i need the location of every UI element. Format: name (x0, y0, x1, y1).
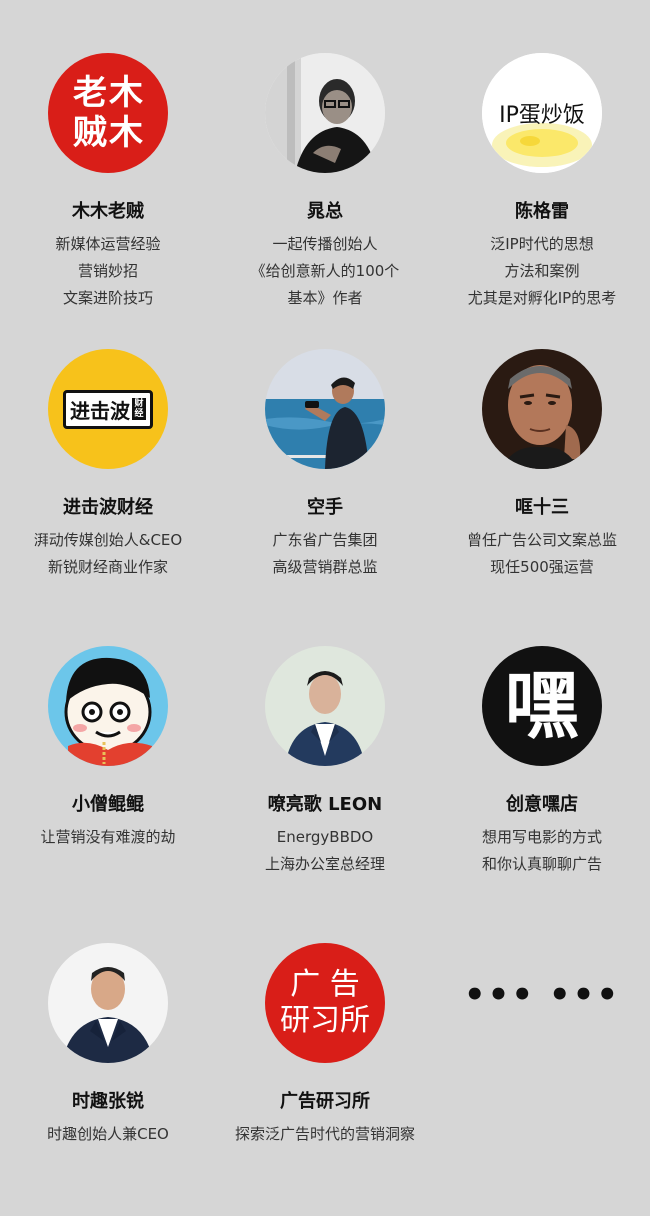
avatar-logo: 进击波 财经 (63, 389, 153, 429)
avatar-photo-man-white-bg (48, 943, 168, 1063)
profile-card[interactable]: IP蛋炒饭 陈格雷 泛IP时代的思想 方法和案例 尤其是对孵化IP的思考 (434, 53, 650, 312)
profile-name: 空手 (307, 497, 343, 518)
profile-card[interactable]: 时趣张锐 时趣创始人兼CEO (0, 943, 216, 1148)
avatar-logo-text: 老木 贼木 (73, 73, 143, 153)
profile-grid: 老木 贼木 木木老贼 新媒体运营经验 营销妙招 文案进阶技巧 晁总 一起传播创始… (0, 0, 650, 1216)
avatar: 进击波 财经 (48, 349, 168, 469)
more-indicator: ••• ••• (434, 975, 650, 1015)
profile-card[interactable]: 空手 广东省广告集团 高级营销群总监 (217, 349, 433, 581)
profile-name: 小僧鲲鲲 (72, 794, 144, 815)
avatar: 广 告 研习所 (265, 943, 385, 1063)
profile-description: 湃动传媒创始人&CEO 新锐财经商业作家 (33, 531, 183, 576)
avatar-logo-text: IP蛋炒饭 (499, 103, 585, 128)
avatar: 嘿 (482, 646, 602, 766)
profile-description: 曾任广告公司文案总监 现任500强运营 (466, 531, 617, 576)
avatar-photo-man-sea (265, 349, 385, 469)
profile-description: EnergyBBDO 上海办公室总经理 (264, 828, 385, 873)
profile-description: 新媒体运营经验 营销妙招 文案进阶技巧 (55, 235, 161, 307)
avatar-photo-man-suit (265, 646, 385, 766)
profile-name: 嘹亮歌 LEON (267, 794, 383, 815)
profile-description: 时趣创始人兼CEO (47, 1125, 169, 1143)
avatar-photo-man-glasses (265, 53, 385, 173)
profile-description: 一起传播创始人 《给创意新人的100个 基本》作者 (250, 235, 400, 307)
profile-name: 陈格雷 (515, 201, 569, 222)
profile-name: 进击波财经 (63, 497, 153, 518)
profile-card[interactable]: 小僧鲲鲲 让营销没有难渡的劫 (0, 646, 216, 851)
profile-description: 探索泛广告时代的营销洞察 (234, 1125, 415, 1143)
profile-description: 想用写电影的方式 和你认真聊聊广告 (481, 828, 602, 873)
avatar-cartoon-monk (48, 646, 168, 766)
more-dots: ••• ••• (463, 975, 621, 1015)
profile-name: 哐十三 (515, 497, 569, 518)
profile-card[interactable]: 嘹亮歌 LEON EnergyBBDO 上海办公室总经理 (217, 646, 433, 878)
profile-description: 广东省广告集团 高级营销群总监 (272, 531, 378, 576)
profile-name: 晁总 (307, 201, 343, 222)
avatar-photo-man-portrait (482, 349, 602, 469)
profile-name: 创意嘿店 (506, 794, 578, 815)
profile-card[interactable]: 进击波 财经 进击波财经 湃动传媒创始人&CEO 新锐财经商业作家 (0, 349, 216, 581)
profile-card[interactable]: 嘿 创意嘿店 想用写电影的方式 和你认真聊聊广告 (434, 646, 650, 878)
profile-card[interactable]: 老木 贼木 木木老贼 新媒体运营经验 营销妙招 文案进阶技巧 (0, 53, 216, 312)
profile-name: 木木老贼 (72, 201, 144, 222)
profile-name: 时趣张锐 (72, 1091, 144, 1112)
profile-card[interactable]: 广 告 研习所 广告研习所 探索泛广告时代的营销洞察 (217, 943, 433, 1148)
avatar-logo-text: 广 告 研习所 (280, 967, 370, 1038)
avatar-logo-text: 嘿 (505, 663, 579, 749)
profile-description: 泛IP时代的思想 方法和案例 尤其是对孵化IP的思考 (467, 235, 617, 307)
avatar: 老木 贼木 (48, 53, 168, 173)
profile-card[interactable]: 哐十三 曾任广告公司文案总监 现任500强运营 (434, 349, 650, 581)
profile-name: 广告研习所 (280, 1091, 370, 1112)
profile-description: 让营销没有难渡的劫 (40, 828, 176, 846)
avatar: IP蛋炒饭 (482, 53, 602, 173)
profile-card[interactable]: 晁总 一起传播创始人 《给创意新人的100个 基本》作者 (217, 53, 433, 312)
